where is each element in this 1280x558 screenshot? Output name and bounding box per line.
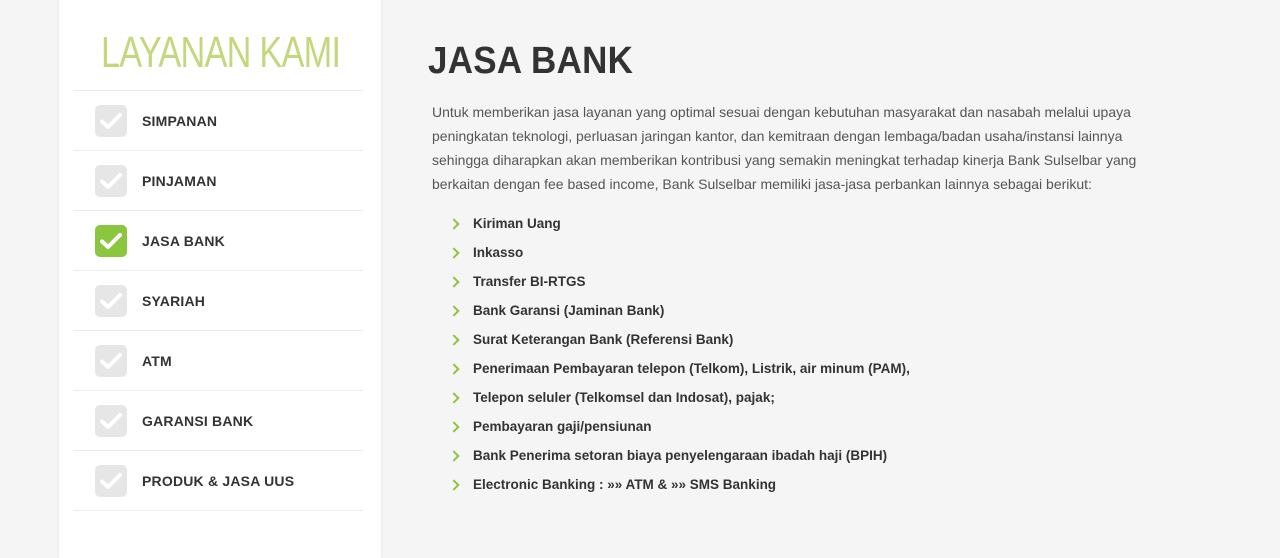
- sidebar-item-label: PRODUK & JASA UUS: [142, 472, 295, 489]
- service-label: Penerimaan Pembayaran telepon (Telkom), …: [473, 361, 910, 376]
- sidebar-item-syariah[interactable]: SYARIAH: [73, 271, 363, 331]
- sidebar-item-label: SIMPANAN: [142, 112, 218, 129]
- check-icon: [95, 164, 127, 197]
- service-label: Surat Keterangan Bank (Referensi Bank): [473, 332, 734, 347]
- sidebar-item-label: SYARIAH: [142, 292, 206, 309]
- service-label: Bank Garansi (Jaminan Bank): [473, 303, 665, 318]
- check-icon: [95, 404, 127, 437]
- sidebar: LAYANAN KAMI SIMPANAN PINJAMAN JASA BANK SY…: [59, 0, 381, 558]
- sidebar-item-produk-jasa-uus[interactable]: PRODUK & JASA UUS: [73, 451, 363, 511]
- check-icon: [95, 104, 127, 137]
- chevron-right-icon: [448, 362, 460, 375]
- sidebar-item-label: GARANSI BANK: [142, 412, 254, 429]
- service-item: Bank Garansi (Jaminan Bank): [448, 296, 910, 325]
- sidebar-item-atm[interactable]: ATM: [73, 331, 363, 391]
- service-item: Bank Penerima setoran biaya penyelengara…: [448, 441, 910, 470]
- chevron-right-icon: [448, 217, 460, 230]
- services-list: Kiriman Uang Inkasso Transfer BI-RTGS Bank …: [448, 209, 910, 499]
- sidebar-item-label: ATM: [142, 352, 172, 369]
- service-label: Electronic Banking : »» ATM & »» SMS Ban…: [473, 477, 777, 492]
- service-label: Transfer BI-RTGS: [473, 274, 586, 289]
- page-description: Untuk memberikan jasa layanan yang optim…: [432, 104, 1137, 192]
- sidebar-item-simpanan[interactable]: SIMPANAN: [73, 91, 363, 151]
- chevron-right-icon: [448, 449, 460, 462]
- sidebar-item-label: JASA BANK: [142, 232, 225, 249]
- check-icon: [95, 344, 127, 377]
- check-icon: [95, 284, 127, 317]
- chevron-right-icon: [448, 333, 460, 346]
- service-label: Telepon seluler (Telkomsel dan Indosat),…: [473, 390, 775, 405]
- sidebar-item-label: PINJAMAN: [142, 172, 217, 189]
- service-item: Telepon seluler (Telkomsel dan Indosat),…: [448, 383, 910, 412]
- service-label: Kiriman Uang: [473, 216, 561, 231]
- service-item: Transfer BI-RTGS: [448, 267, 910, 296]
- service-label: Bank Penerima setoran biaya penyelengara…: [473, 448, 888, 463]
- service-item: Electronic Banking : »» ATM & »» SMS Ban…: [448, 470, 910, 499]
- service-item: Kiriman Uang: [448, 209, 910, 238]
- sidebar-item-garansi-bank[interactable]: GARANSI BANK: [73, 391, 363, 451]
- service-label: Inkasso: [473, 245, 524, 260]
- chevron-right-icon: [448, 420, 460, 433]
- sidebar-item-pinjaman[interactable]: PINJAMAN: [73, 151, 363, 211]
- service-item: Penerimaan Pembayaran telepon (Telkom), …: [448, 354, 910, 383]
- service-item: Surat Keterangan Bank (Referensi Bank): [448, 325, 910, 354]
- service-label: Pembayaran gaji/pensiunan: [473, 419, 652, 434]
- check-icon: [95, 464, 127, 497]
- chevron-right-icon: [448, 246, 460, 259]
- page: LAYANAN KAMI SIMPANAN PINJAMAN JASA BANK SY…: [0, 0, 1280, 558]
- sidebar-item-jasa-bank[interactable]: JASA BANK: [73, 211, 363, 271]
- check-icon: [95, 224, 127, 257]
- sidebar-menu: SIMPANAN PINJAMAN JASA BANK SYARIAH ATM GARAN…: [73, 90, 363, 511]
- chevron-right-icon: [448, 478, 460, 491]
- chevron-right-icon: [448, 304, 460, 317]
- service-item: Pembayaran gaji/pensiunan: [448, 412, 910, 441]
- chevron-right-icon: [448, 391, 460, 404]
- chevron-right-icon: [448, 275, 460, 288]
- service-item: Inkasso: [448, 238, 910, 267]
- sidebar-title: LAYANAN KAMI: [101, 28, 341, 77]
- page-title: JASA BANK: [428, 40, 634, 82]
